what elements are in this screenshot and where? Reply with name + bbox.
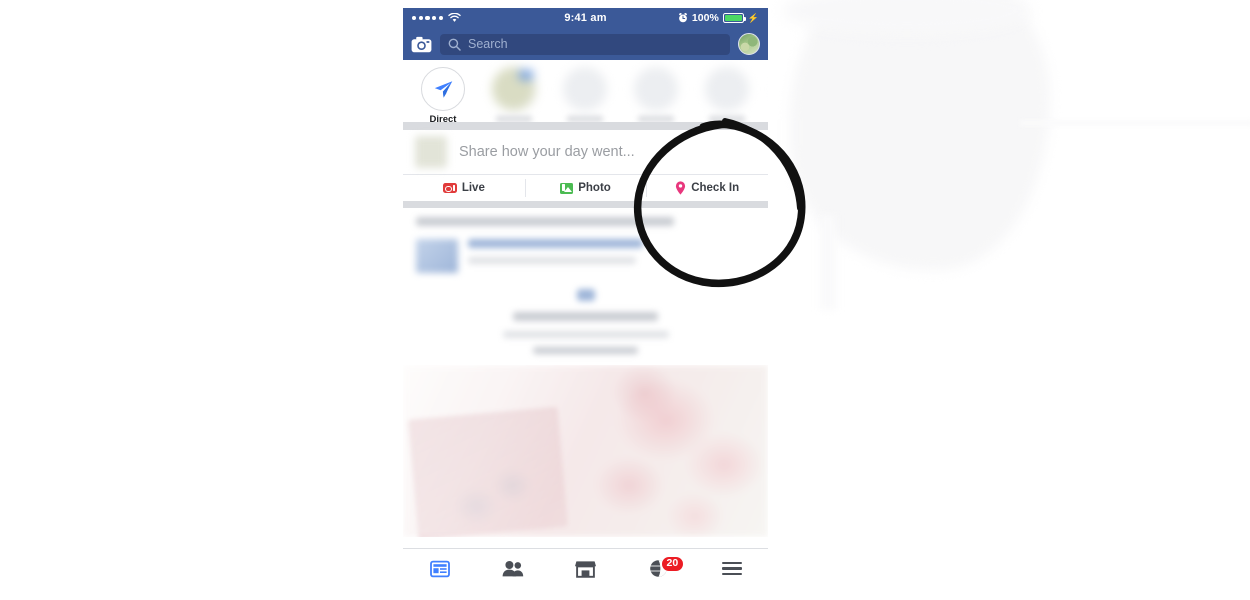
app-header: Search bbox=[403, 28, 768, 60]
phone-screen: 9:41 am 100% ⚡ Search Direct Share how y… bbox=[403, 8, 768, 588]
notification-badge: 20 bbox=[660, 556, 685, 573]
post-emoji bbox=[576, 289, 595, 301]
status-bar-right: 100% ⚡ bbox=[678, 12, 759, 24]
avatar[interactable] bbox=[738, 33, 760, 55]
story-item[interactable] bbox=[630, 67, 682, 122]
post-subtitle bbox=[468, 257, 636, 264]
story-label bbox=[567, 116, 603, 122]
direct-circle bbox=[421, 67, 465, 111]
photo-button[interactable]: Photo bbox=[524, 175, 647, 201]
search-placeholder: Search bbox=[468, 37, 508, 51]
live-button[interactable]: Live bbox=[403, 175, 525, 201]
bottom-navigation: 20 bbox=[403, 548, 768, 588]
check-in-button[interactable]: Check In bbox=[646, 175, 768, 201]
photo-post[interactable] bbox=[403, 365, 768, 537]
photo-icon bbox=[560, 182, 574, 194]
post-headline bbox=[416, 217, 674, 226]
camera-icon[interactable] bbox=[411, 36, 432, 53]
post-title bbox=[468, 239, 643, 248]
post-composer: Share how your day went... Live Photo Ch… bbox=[403, 130, 768, 201]
story-item[interactable] bbox=[488, 67, 540, 122]
background-watermark-brim bbox=[782, 0, 1032, 34]
photo-label: Photo bbox=[578, 182, 611, 194]
story-label bbox=[638, 116, 674, 122]
section-divider bbox=[403, 122, 768, 130]
story-label bbox=[709, 116, 745, 122]
composer-placeholder: Share how your day went... bbox=[459, 144, 635, 160]
composer-actions: Live Photo Check In bbox=[403, 174, 768, 201]
post-body-line-1 bbox=[513, 312, 658, 321]
story-item[interactable] bbox=[701, 67, 753, 122]
nav-notifications[interactable]: 20 bbox=[622, 549, 695, 588]
stories-row[interactable]: Direct bbox=[403, 60, 768, 122]
story-label bbox=[496, 116, 532, 122]
alarm-clock-icon bbox=[678, 13, 687, 23]
suggestion-post[interactable] bbox=[403, 208, 768, 354]
story-item-direct[interactable]: Direct bbox=[417, 67, 469, 122]
story-label: Direct bbox=[429, 114, 457, 122]
post-thumbnail bbox=[416, 239, 458, 273]
background-watermark-tail bbox=[820, 215, 836, 310]
post-cta bbox=[533, 347, 638, 354]
composer-input-row[interactable]: Share how your day went... bbox=[403, 130, 768, 174]
news-feed-icon bbox=[429, 560, 450, 577]
status-bar: 9:41 am 100% ⚡ bbox=[403, 8, 768, 28]
story-avatar bbox=[563, 67, 607, 111]
paper-plane-icon bbox=[434, 80, 452, 98]
story-avatar bbox=[492, 67, 536, 111]
story-item[interactable] bbox=[559, 67, 611, 122]
hamburger-menu-icon bbox=[721, 558, 742, 578]
friends-icon bbox=[502, 561, 523, 577]
news-feed bbox=[403, 208, 768, 537]
search-icon bbox=[448, 38, 461, 51]
live-label: Live bbox=[461, 182, 485, 194]
nav-menu[interactable] bbox=[695, 549, 768, 588]
section-divider bbox=[403, 201, 768, 208]
photo-post-image bbox=[403, 365, 768, 537]
nav-friends[interactable] bbox=[476, 549, 549, 588]
live-video-icon bbox=[442, 183, 457, 193]
nav-marketplace[interactable] bbox=[549, 549, 622, 588]
background-watermark bbox=[790, 0, 1050, 270]
search-input[interactable]: Search bbox=[440, 33, 730, 55]
battery-percent: 100% bbox=[691, 12, 719, 24]
lightning-bolt-icon: ⚡ bbox=[747, 12, 759, 23]
story-avatar bbox=[705, 67, 749, 111]
marketplace-icon bbox=[575, 560, 596, 578]
location-pin-icon bbox=[675, 181, 686, 195]
story-avatar bbox=[634, 67, 678, 111]
check-in-label: Check In bbox=[691, 182, 740, 194]
battery-full-icon bbox=[722, 13, 746, 23]
background-watermark-line bbox=[1020, 120, 1250, 126]
composer-avatar bbox=[415, 136, 447, 168]
post-body-line-2 bbox=[502, 331, 669, 338]
nav-news-feed[interactable] bbox=[403, 549, 476, 588]
